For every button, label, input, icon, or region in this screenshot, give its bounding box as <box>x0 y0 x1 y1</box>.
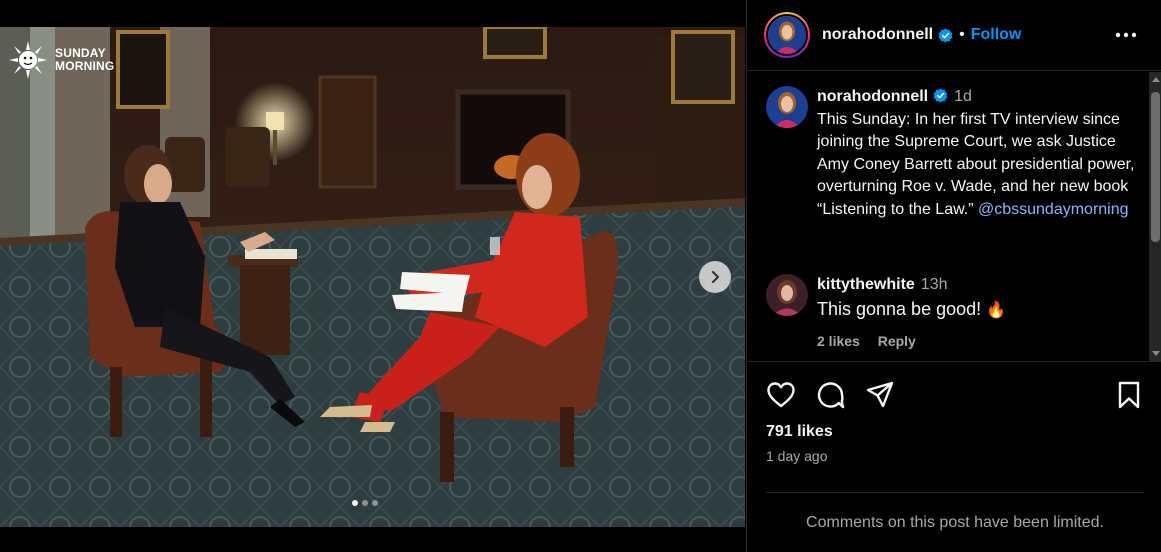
post-time[interactable]: 1 day ago <box>766 448 828 464</box>
follow-button[interactable]: Follow <box>971 26 1022 44</box>
comments-list[interactable]: norahodonnell 1d This Sunday: In her firs… <box>747 72 1147 361</box>
scroll-thumb[interactable] <box>1151 92 1160 242</box>
post-media[interactable]: SUNDAY MORNING <box>0 27 745 527</box>
verified-badge-icon <box>938 27 953 43</box>
sunday-morning-logo: SUNDAY MORNING <box>7 39 114 81</box>
comment-text: This gonna be good! <box>817 298 987 319</box>
sun-logo-icon <box>9 41 47 79</box>
post-photo <box>0 27 745 527</box>
carousel-dot-3 <box>372 500 378 506</box>
caption-mention-link[interactable]: @cbssundaymorning <box>978 201 1129 218</box>
comment-item: kittythewhite 13h This gonna be good! 🔥 2… <box>766 274 1107 353</box>
carousel-indicator <box>352 500 378 506</box>
caption-avatar[interactable] <box>766 86 808 128</box>
heart-icon[interactable] <box>766 380 796 410</box>
carousel-dot-2 <box>362 500 368 506</box>
scroll-down-arrow[interactable] <box>1152 351 1160 356</box>
more-horizontal-icon <box>1115 32 1137 38</box>
caption-username[interactable]: norahodonnell <box>817 88 928 105</box>
chevron-right-icon <box>711 270 720 284</box>
comment-username[interactable]: kittythewhite <box>817 276 915 293</box>
send-icon[interactable] <box>865 380 895 410</box>
brand-line-2: MORNING <box>55 59 115 73</box>
brand-text: SUNDAY MORNING <box>55 47 114 73</box>
comment-time[interactable]: 13h <box>921 276 948 293</box>
comment-icon[interactable] <box>816 380 846 410</box>
caption-item: norahodonnell 1d This Sunday: In her firs… <box>766 86 1142 221</box>
more-options-button[interactable] <box>1113 22 1139 48</box>
author-avatar[interactable] <box>766 14 808 56</box>
commenter-avatar[interactable] <box>766 274 808 316</box>
comments-limited-notice: Comments on this post have been limited. <box>766 492 1144 552</box>
comment-reply-button[interactable]: Reply <box>878 333 916 349</box>
fire-emoji: 🔥 <box>986 301 1007 319</box>
comment-likes-link[interactable]: 2 likes <box>817 333 860 349</box>
caption-time[interactable]: 1d <box>954 88 972 105</box>
bookmark-icon[interactable] <box>1114 380 1144 410</box>
header-separator: • <box>959 26 965 43</box>
likes-count[interactable]: 791 likes <box>766 423 833 441</box>
verified-badge-icon <box>933 88 948 103</box>
post-actions: 791 likes 1 day ago <box>747 361 1161 492</box>
carousel-dot-1 <box>352 500 358 506</box>
post-header: norahodonnell • Follow <box>747 0 1161 71</box>
comment-body: kittythewhite 13h This gonna be good! 🔥 2… <box>817 274 1107 353</box>
post-side-panel: norahodonnell • Follow norahodonnell 1d T… <box>746 0 1161 552</box>
next-slide-button[interactable] <box>699 261 731 293</box>
scroll-up-arrow[interactable] <box>1152 77 1160 82</box>
comment-meta: 2 likes Reply <box>817 330 1107 353</box>
author-username[interactable]: norahodonnell <box>822 26 933 44</box>
story-ring[interactable] <box>764 12 810 58</box>
comments-scrollbar[interactable] <box>1149 72 1161 361</box>
caption-body: norahodonnell 1d This Sunday: In her firs… <box>817 86 1142 221</box>
